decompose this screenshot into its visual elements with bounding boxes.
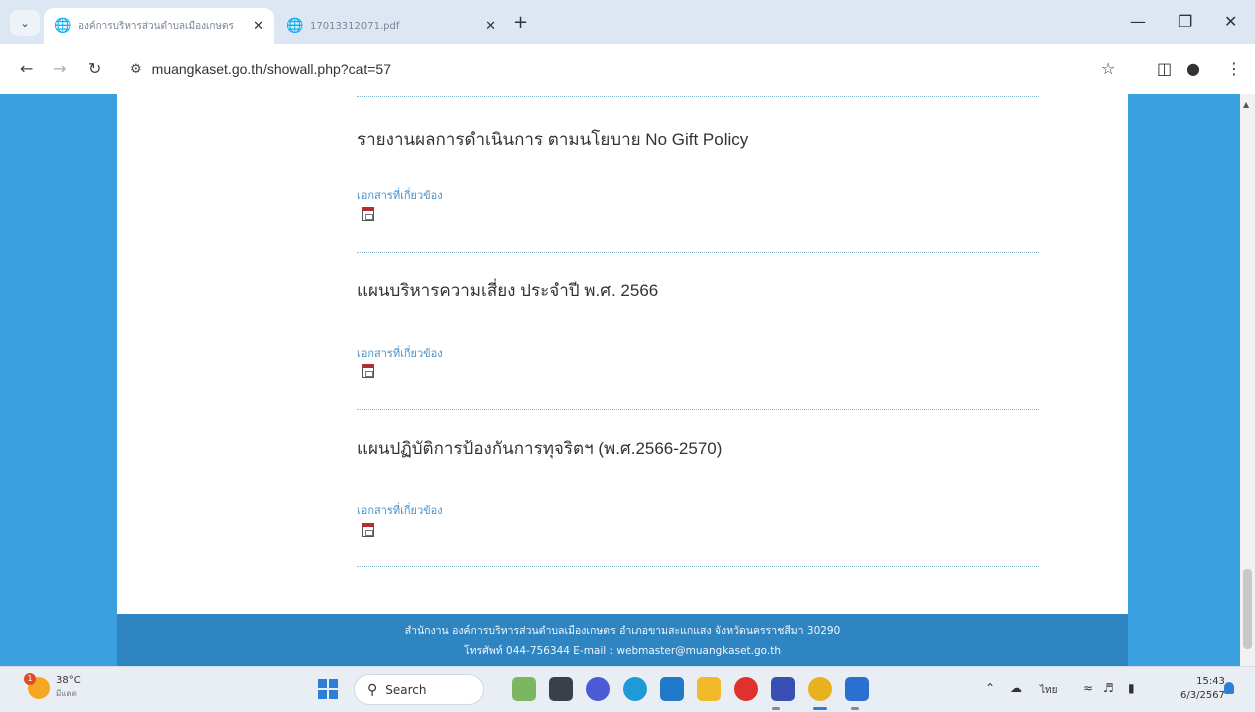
reload-icon[interactable]: ↻ [88,59,101,78]
running-indicator-active [813,707,827,710]
search-label: Search [385,682,427,697]
footer-contact: โทรศัพท์ 044-756344 E-mail : webmaster@m… [463,645,782,657]
item-title-anti-corruption-plan[interactable]: แผนปฏิบัติการป้องกันการทุจริตฯ (พ.ศ.2566… [357,435,722,462]
page-scrollbar[interactable]: ▲ [1240,94,1255,666]
edge-browser-icon[interactable] [623,677,647,701]
globe-icon: 🌐 [286,18,304,34]
taskbar: 1 38°C มีแดด ⚲ Search ⌃ ☁ ไทย ≈ ♬ ▮ 15:4… [0,666,1255,712]
language-indicator[interactable]: ไทย [1040,683,1057,698]
opera-browser-icon[interactable] [734,677,758,701]
restore-icon[interactable]: ❐ [1178,12,1192,31]
clock-time: 15:43 [1196,676,1225,687]
tab-search-chevron-icon[interactable]: ⌄ [10,10,40,36]
divider [357,252,1039,253]
weather-alert-badge: 1 [24,672,36,685]
close-window-icon[interactable]: ✕ [1224,12,1237,31]
profile-icon[interactable]: ● [1186,59,1200,78]
sun-icon: 1 [24,672,50,699]
divider [357,409,1039,410]
chat-app-icon[interactable] [586,677,610,701]
chrome-browser-icon[interactable] [808,677,832,701]
notification-bell-icon[interactable] [1224,682,1234,694]
taskbar-search[interactable]: ⚲ Search [354,674,484,705]
divider [357,96,1039,97]
volume-icon[interactable]: ♬ [1103,681,1114,695]
content-panel: รายงานผลการดำเนินการ ตามนโยบาย No Gift P… [117,94,1128,614]
clock-date: 6/3/2567 [1180,690,1225,701]
page-viewport: รายงานผลการดำเนินการ ตามนโยบาย No Gift P… [0,94,1240,666]
weather-temperature: 38°C [56,675,81,686]
related-docs-label: เอกสารที่เกี่ยวข้อง [357,504,443,517]
running-indicator [772,707,780,710]
system-clock[interactable]: 15:43 6/3/2567 [1180,675,1225,703]
side-panel-icon[interactable]: ◫ [1157,59,1172,78]
pdf-file-icon[interactable] [362,364,374,378]
site-info-icon[interactable]: ⚙ [130,62,142,77]
windows-start-icon[interactable] [318,679,338,699]
word-app-icon[interactable] [845,677,869,701]
back-icon[interactable]: ← [20,59,33,78]
battery-icon[interactable]: ▮ [1128,681,1135,695]
pdf-file-icon[interactable] [362,523,374,537]
tab-muangkaset[interactable]: 🌐 องค์การบริหารส่วนตำบลเมืองเกษตร ✕ [44,8,274,44]
forward-icon[interactable]: → [53,59,66,78]
new-tab-button[interactable]: + [513,12,528,33]
footer-address: สำนักงาน องค์การบริหารส่วนตำบลเมืองเกษตร… [404,625,841,637]
minimize-icon[interactable]: — [1130,12,1146,31]
tab-title: องค์การบริหารส่วนตำบลเมืองเกษตร [78,20,234,32]
scroll-up-icon[interactable]: ▲ [1243,100,1249,109]
search-icon: ⚲ [367,681,378,698]
tab-pdf[interactable]: 🌐 17013312071.pdf ✕ [276,8,506,44]
url-text: muangkaset.go.th/showall.php?cat=57 [151,61,391,77]
page-footer: สำนักงาน องค์การบริหารส่วนตำบลเมืองเกษตร… [117,614,1128,666]
tray-chevron-icon[interactable]: ⌃ [985,681,995,695]
close-tab-icon[interactable]: ✕ [253,19,264,34]
tab-title: 17013312071.pdf [310,20,400,32]
mail-app-icon[interactable] [660,677,684,701]
close-tab-icon[interactable]: ✕ [485,19,496,34]
item-title-risk-management-plan[interactable]: แผนบริหารความเสี่ยง ประจำปี พ.ศ. 2566 [357,277,658,304]
related-docs-label: เอกสารที่เกี่ยวข้อง [357,189,443,202]
widgets-app-icon[interactable] [512,677,536,701]
bookmark-star-icon[interactable]: ☆ [1101,59,1115,78]
related-docs-label: เอกสารที่เกี่ยวข้อง [357,347,443,360]
weather-condition: มีแดด [56,689,77,698]
globe-icon: 🌐 [54,18,72,34]
wifi-icon[interactable]: ≈ [1083,681,1093,695]
running-indicator [851,707,859,710]
url-field[interactable]: ⚙ muangkaset.go.th/showall.php?cat=57 [130,53,1080,85]
cloud-sync-icon[interactable]: ☁ [1010,681,1022,695]
pdf-file-icon[interactable] [362,207,374,221]
weather-widget[interactable]: 1 38°C มีแดด [24,672,81,700]
divider [357,566,1039,567]
zoom-app-icon[interactable] [771,677,795,701]
file-explorer-icon[interactable] [697,677,721,701]
address-bar: ← → ↻ ⚙ muangkaset.go.th/showall.php?cat… [0,44,1255,94]
menu-kebab-icon[interactable]: ⋮ [1226,59,1242,78]
tab-strip: ⌄ 🌐 องค์การบริหารส่วนตำบลเมืองเกษตร ✕ 🌐 … [0,0,1255,44]
scroll-thumb[interactable] [1243,569,1252,649]
task-view-icon[interactable] [549,677,573,701]
item-title-no-gift-policy[interactable]: รายงานผลการดำเนินการ ตามนโยบาย No Gift P… [357,126,748,153]
